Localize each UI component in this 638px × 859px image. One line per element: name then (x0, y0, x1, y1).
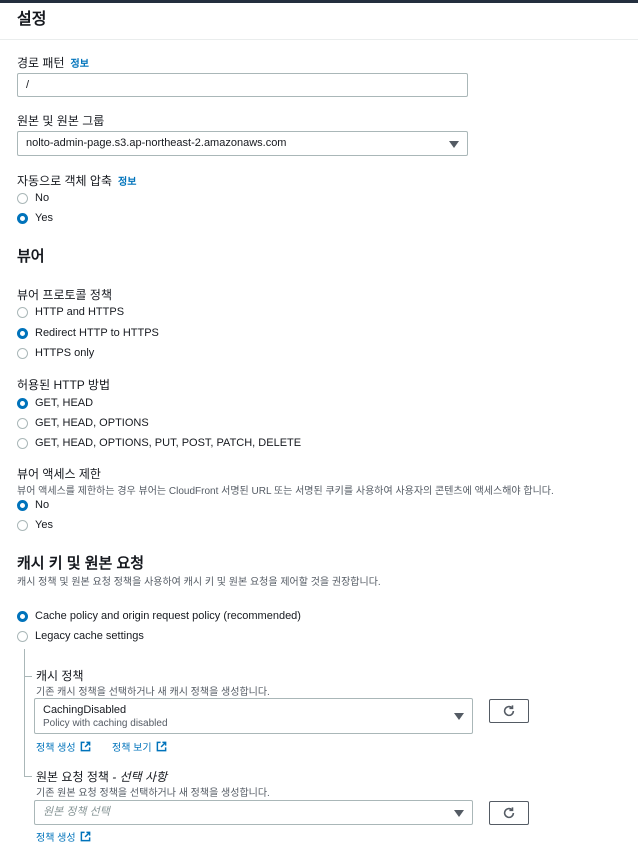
refresh-icon (503, 705, 515, 717)
radio-label: GET, HEAD, OPTIONS, PUT, POST, PATCH, DE… (35, 437, 302, 449)
path-pattern-info-link[interactable]: 정보 (71, 59, 89, 70)
cache-policy-view-link[interactable]: 정책 보기 (112, 739, 167, 754)
path-pattern-value: / (26, 79, 30, 91)
radio-label: Yes (35, 212, 53, 224)
radio-selected-icon (17, 499, 28, 511)
compress-info-link[interactable]: 정보 (118, 177, 136, 188)
cache-key-description: 캐시 정책 및 원본 요청 정책을 사용하여 캐시 키 및 원본 요청을 제어할… (17, 577, 381, 588)
methods-radio-all[interactable]: GET, HEAD, OPTIONS, PUT, POST, PATCH, DE… (17, 437, 301, 449)
cache-key-title: 캐시 키 및 원본 요청 (17, 555, 145, 572)
protocol-radio-redirect[interactable]: Redirect HTTP to HTTPS (17, 327, 159, 339)
cache-policy-label: 캐시 정책 (36, 669, 84, 683)
radio-selected-icon (17, 610, 28, 622)
cache-policy-description: 기존 캐시 정책을 선택하거나 새 캐시 정책을 생성합니다. (36, 687, 270, 698)
radio-icon (17, 417, 28, 429)
origin-request-placeholder: 원본 정책 선택 (43, 806, 110, 818)
compress-label-text: 자동으로 객체 압축 (17, 174, 112, 188)
cache-radio-policy[interactable]: Cache policy and origin request policy (… (17, 610, 301, 622)
protocol-policy-label: 뷰어 프로토콜 정책 (17, 288, 112, 302)
tree-branch (24, 776, 32, 777)
external-link-icon (156, 741, 166, 752)
radio-icon (17, 519, 28, 531)
tree-line (24, 649, 25, 776)
cache-radio-legacy[interactable]: Legacy cache settings (17, 630, 144, 642)
http-methods-label: 허용된 HTTP 방법 (17, 378, 110, 392)
origin-request-label-text: 원본 요청 정책 (36, 770, 109, 784)
access-restrict-label: 뷰어 액세스 제한 (17, 467, 101, 481)
settings-header (0, 3, 638, 40)
link-text: 정책 생성 (36, 743, 76, 754)
origin-value: nolto-admin-page.s3.ap-northeast-2.amazo… (26, 137, 287, 149)
radio-icon (17, 437, 28, 449)
settings-title: 설정 (17, 11, 47, 28)
radio-icon (17, 192, 28, 204)
radio-selected-icon (17, 212, 28, 224)
cache-policy-refresh-button[interactable] (489, 699, 529, 723)
access-restrict-description: 뷰어 액세스를 제한하는 경우 뷰어는 CloudFront 서명된 URL 또… (17, 486, 554, 497)
access-radio-no[interactable]: No (17, 499, 49, 511)
radio-label: Yes (35, 519, 53, 531)
origin-label: 원본 및 원본 그룹 (17, 114, 105, 128)
radio-selected-icon (17, 327, 28, 339)
viewer-title: 뷰어 (17, 248, 45, 265)
radio-icon (17, 630, 28, 642)
access-radio-yes[interactable]: Yes (17, 519, 53, 531)
origin-request-policy-label: 원본 요청 정책 - 선택 사항 (36, 768, 167, 785)
radio-icon (17, 306, 28, 318)
origin-select[interactable]: nolto-admin-page.s3.ap-northeast-2.amazo… (17, 131, 468, 156)
external-link-icon (80, 831, 90, 842)
optional-suffix: - 선택 사항 (108, 770, 168, 784)
caret-down-icon (449, 140, 459, 148)
compress-radio-yes[interactable]: Yes (17, 212, 53, 224)
protocol-radio-http-https[interactable]: HTTP and HTTPS (17, 306, 124, 318)
origin-request-policy-description: 기존 원본 요청 정책을 선택하거나 새 정책을 생성합니다. (36, 788, 270, 799)
link-text: 정책 생성 (36, 833, 76, 844)
tree-branch (24, 676, 32, 677)
radio-label: HTTP and HTTPS (35, 306, 125, 318)
cache-policy-selected-name: CachingDisabled (43, 704, 127, 716)
radio-label: No (35, 192, 50, 204)
path-pattern-input[interactable]: / (17, 73, 468, 97)
origin-request-create-link[interactable]: 정책 생성 (36, 829, 91, 844)
radio-icon (17, 347, 28, 359)
radio-label: Cache policy and origin request policy (… (35, 610, 301, 622)
external-link-icon (80, 741, 90, 752)
compress-radio-no[interactable]: No (17, 192, 49, 204)
refresh-icon (503, 807, 515, 819)
origin-request-refresh-button[interactable] (489, 801, 529, 825)
radio-selected-icon (17, 397, 28, 409)
radio-label: HTTPS only (35, 347, 95, 359)
origin-request-policy-select[interactable]: 원본 정책 선택 (34, 800, 473, 825)
cache-policy-select[interactable]: CachingDisabled Policy with caching disa… (34, 698, 473, 734)
methods-radio-get-head[interactable]: GET, HEAD (17, 397, 93, 409)
compress-label: 자동으로 객체 압축 정보 (17, 172, 136, 189)
caret-down-icon (454, 713, 464, 720)
radio-label: GET, HEAD, OPTIONS (35, 417, 149, 429)
radio-label: No (35, 499, 50, 511)
path-pattern-label-text: 경로 패턴 (17, 56, 65, 70)
protocol-radio-https-only[interactable]: HTTPS only (17, 347, 94, 359)
radio-label: Redirect HTTP to HTTPS (35, 327, 159, 339)
path-pattern-label: 경로 패턴 정보 (17, 54, 89, 71)
cache-policy-selected-desc: Policy with caching disabled (43, 718, 168, 729)
link-text: 정책 보기 (112, 743, 152, 754)
radio-label: GET, HEAD (35, 397, 94, 409)
methods-radio-get-head-options[interactable]: GET, HEAD, OPTIONS (17, 417, 149, 429)
radio-label: Legacy cache settings (35, 630, 144, 642)
caret-down-icon (454, 809, 464, 817)
cache-policy-create-link[interactable]: 정책 생성 (36, 739, 91, 754)
